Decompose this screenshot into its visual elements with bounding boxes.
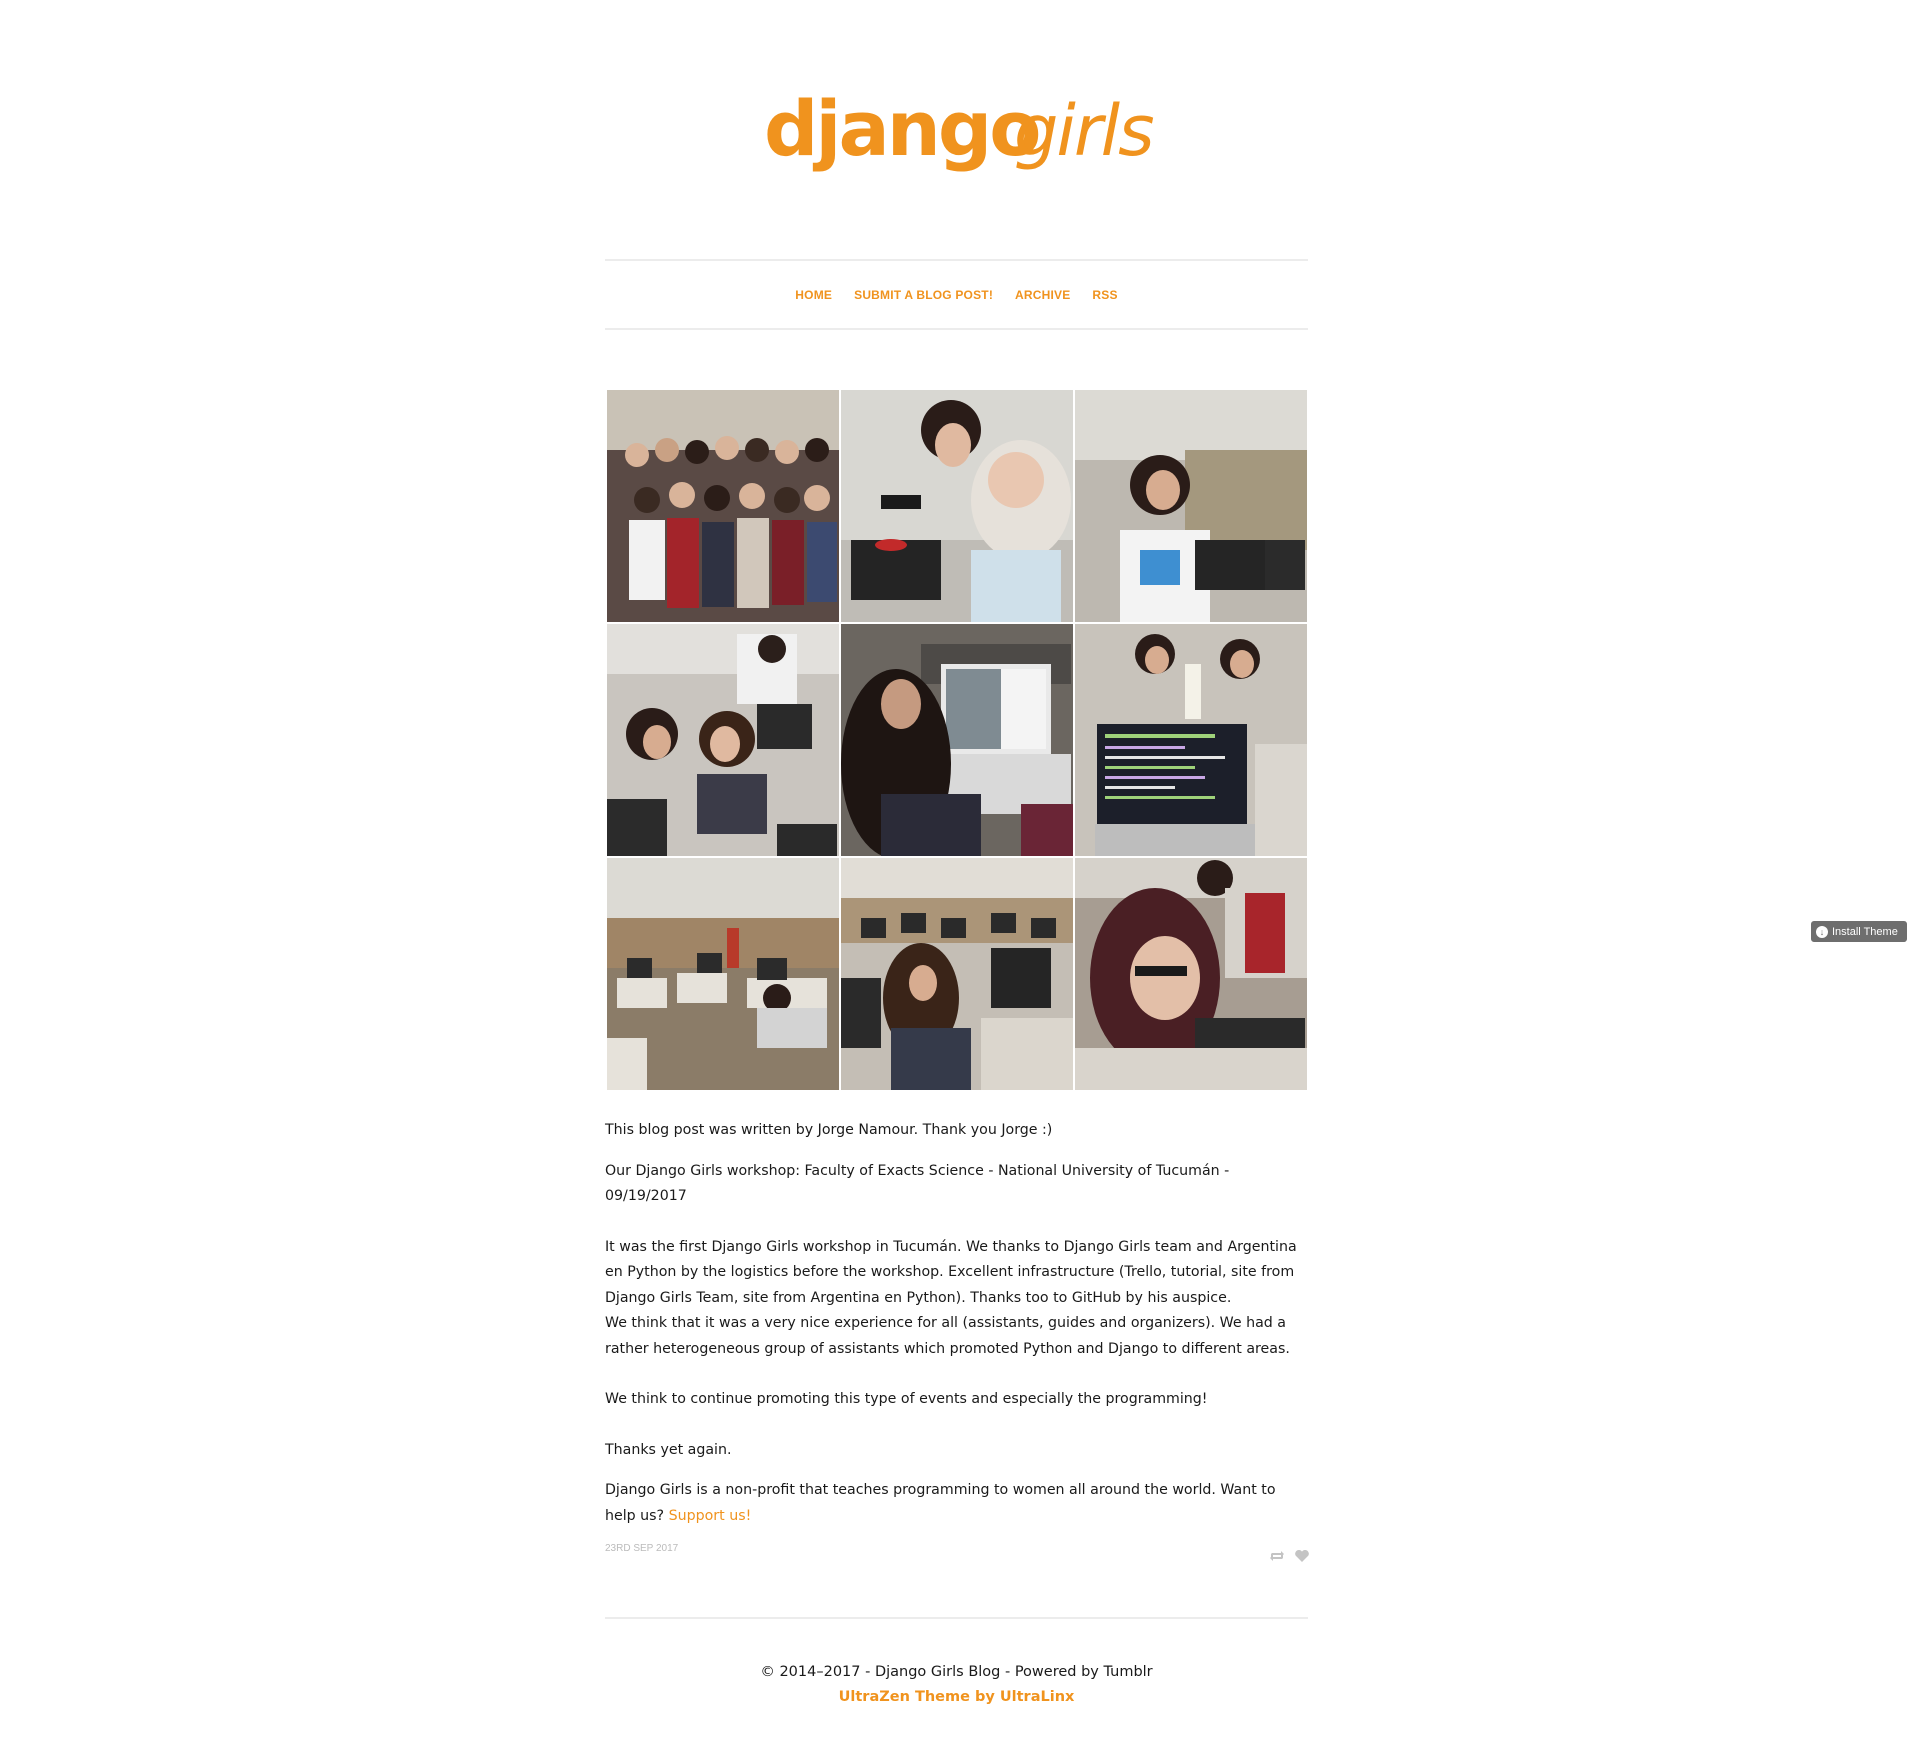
- install-theme-button[interactable]: ↓ Install Theme: [1811, 921, 1907, 942]
- post-paragraph-1: It was the first Django Girls workshop i…: [605, 1238, 1297, 1306]
- install-theme-label: Install Theme: [1832, 925, 1898, 938]
- post-date[interactable]: 23RD SEP 2017: [605, 1543, 678, 1554]
- footer: © 2014–2017 - Django Girls Blog - Powere…: [605, 1660, 1308, 1710]
- theme-credit-link[interactable]: UltraZen Theme by UltraLinx: [839, 1689, 1075, 1705]
- photo-laptop-4[interactable]: [1075, 858, 1307, 1090]
- reblog-icon[interactable]: [1269, 1548, 1285, 1562]
- post-paragraph-2: We think that it was a very nice experie…: [605, 1315, 1290, 1357]
- site-logo[interactable]: django girls: [764, 70, 1154, 190]
- nav-archive[interactable]: ARCHIVE: [1015, 288, 1070, 302]
- post-workshop-line-1: Our Django Girls workshop: Faculty of Ex…: [605, 1162, 1230, 1179]
- download-icon: ↓: [1816, 925, 1828, 938]
- support-us-link[interactable]: Support us!: [669, 1508, 752, 1524]
- nav-submit-blog-post[interactable]: SUBMIT A BLOG POST!: [854, 288, 993, 302]
- photo-laptop-1[interactable]: [841, 390, 1073, 622]
- footer-divider: [605, 1617, 1308, 1619]
- post-paragraph-3: We think to continue promoting this type…: [605, 1391, 1208, 1407]
- photo-laptop-3[interactable]: [1075, 624, 1307, 856]
- main-nav: HOME SUBMIT A BLOG POST! ARCHIVE RSS: [605, 259, 1308, 330]
- nav-rss[interactable]: RSS: [1092, 288, 1117, 302]
- post-meta: 23RD SEP 2017: [605, 1543, 1310, 1567]
- post-body: This blog post was written by Jorge Namo…: [605, 1118, 1310, 1544]
- post-paragraph-4: Thanks yet again.: [605, 1441, 732, 1458]
- photo-classroom-3[interactable]: [607, 858, 839, 1090]
- photo-group[interactable]: [607, 390, 839, 622]
- photo-classroom-4[interactable]: [841, 858, 1073, 1090]
- post-workshop-line-2: 09/19/2017: [605, 1188, 687, 1204]
- photo-classroom-1[interactable]: [1075, 390, 1307, 622]
- photo-classroom-2[interactable]: [607, 624, 839, 856]
- photo-laptop-2[interactable]: [841, 624, 1073, 856]
- footer-copyright: © 2014–2017 - Django Girls Blog - Powere…: [760, 1664, 1153, 1680]
- photoset-grid: [607, 390, 1307, 1090]
- heart-icon[interactable]: [1294, 1548, 1310, 1562]
- logo-django-text: django: [764, 84, 1038, 173]
- logo-girls-text: girls: [1014, 90, 1153, 172]
- post-support: Django Girls is a non-profit that teache…: [605, 1478, 1310, 1529]
- post-intro: This blog post was written by Jorge Namo…: [605, 1122, 1053, 1138]
- nav-home[interactable]: HOME: [795, 288, 832, 302]
